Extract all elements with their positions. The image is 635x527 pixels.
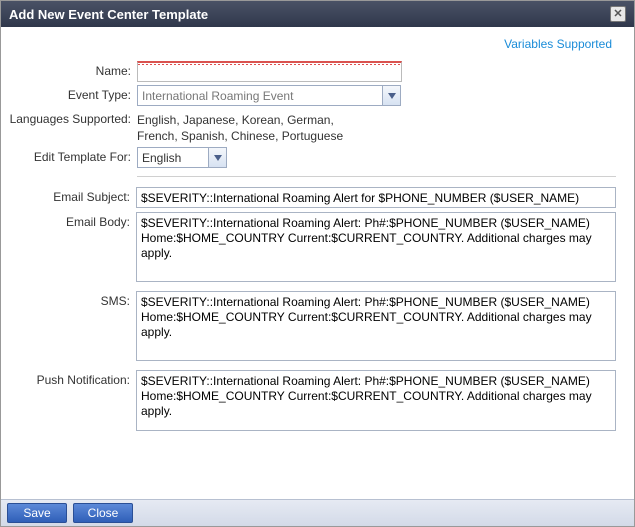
label-name: Name: <box>5 61 135 78</box>
save-button[interactable]: Save <box>7 503 67 523</box>
label-edit-template: Edit Template For: <box>5 147 135 164</box>
variables-link-row: Variables Supported <box>5 35 616 61</box>
dialog-title: Add New Event Center Template <box>9 7 208 22</box>
edit-template-value[interactable] <box>138 148 208 167</box>
dialog-footer: Save Close <box>1 499 634 526</box>
row-email-subject: Email Subject: <box>5 187 616 208</box>
row-name: Name: <box>5 61 616 82</box>
sms-textarea[interactable] <box>136 291 616 361</box>
row-push: Push Notification: <box>5 370 616 434</box>
row-languages: Languages Supported: English, Japanese, … <box>5 109 616 144</box>
languages-value: English, Japanese, Korean, German, Frenc… <box>135 109 365 144</box>
label-languages: Languages Supported: <box>5 109 135 126</box>
divider <box>137 176 616 177</box>
close-button[interactable]: Close <box>73 503 133 523</box>
push-textarea[interactable] <box>136 370 616 431</box>
close-icon[interactable]: ✕ <box>610 6 626 22</box>
event-type-select[interactable] <box>137 85 401 106</box>
dialog-body: Variables Supported Name: Event Type: <box>1 27 634 499</box>
chevron-down-icon[interactable] <box>208 148 226 167</box>
label-email-subject: Email Subject: <box>5 187 134 204</box>
row-email-body: Email Body: <box>5 212 616 285</box>
email-body-textarea[interactable] <box>136 212 616 282</box>
label-event-type: Event Type: <box>5 85 135 102</box>
name-input[interactable] <box>137 61 402 82</box>
label-push: Push Notification: <box>5 370 134 387</box>
row-event-type: Event Type: <box>5 85 616 106</box>
dialog-add-event-template: Add New Event Center Template ✕ Variable… <box>0 0 635 527</box>
label-sms: SMS: <box>5 291 134 308</box>
variables-supported-link[interactable]: Variables Supported <box>504 37 612 51</box>
chevron-down-icon[interactable] <box>382 86 400 105</box>
titlebar: Add New Event Center Template ✕ <box>1 1 634 27</box>
email-subject-input[interactable] <box>136 187 616 208</box>
label-email-body: Email Body: <box>5 212 134 229</box>
row-sms: SMS: <box>5 291 616 364</box>
event-type-value[interactable] <box>138 86 382 105</box>
row-edit-template: Edit Template For: <box>5 147 616 168</box>
edit-template-select[interactable] <box>137 147 227 168</box>
